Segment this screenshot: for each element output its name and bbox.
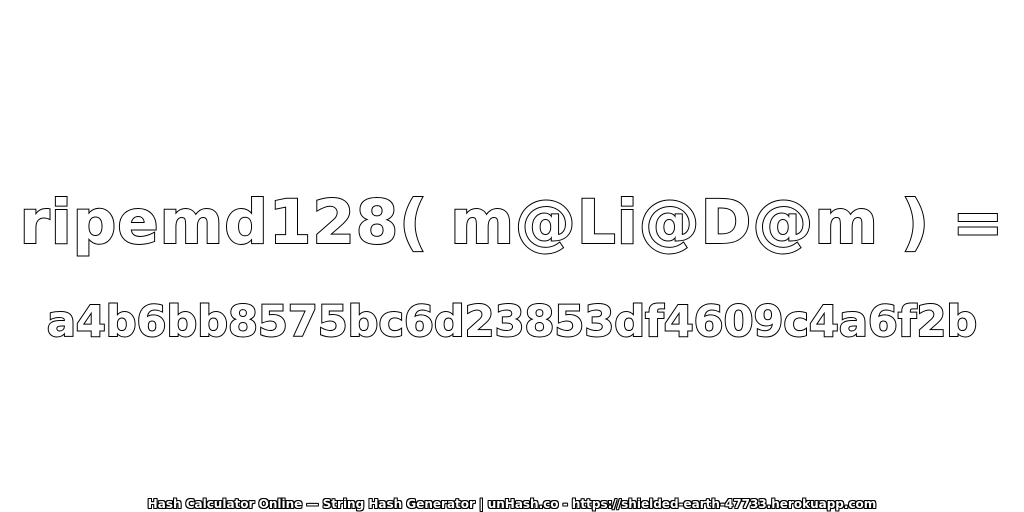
- footer-credit: Hash Calculator Online — String Hash Gen…: [147, 497, 877, 511]
- hash-image-canvas: ripemd128( m@Li@D@m ) = a4b6bb8575bc6d23…: [0, 0, 1024, 512]
- hash-value: a4b6bb8575bc6d23853df4609c4a6f2b: [46, 296, 978, 348]
- hash-expression: ripemd128( m@Li@D@m ) =: [19, 186, 1005, 259]
